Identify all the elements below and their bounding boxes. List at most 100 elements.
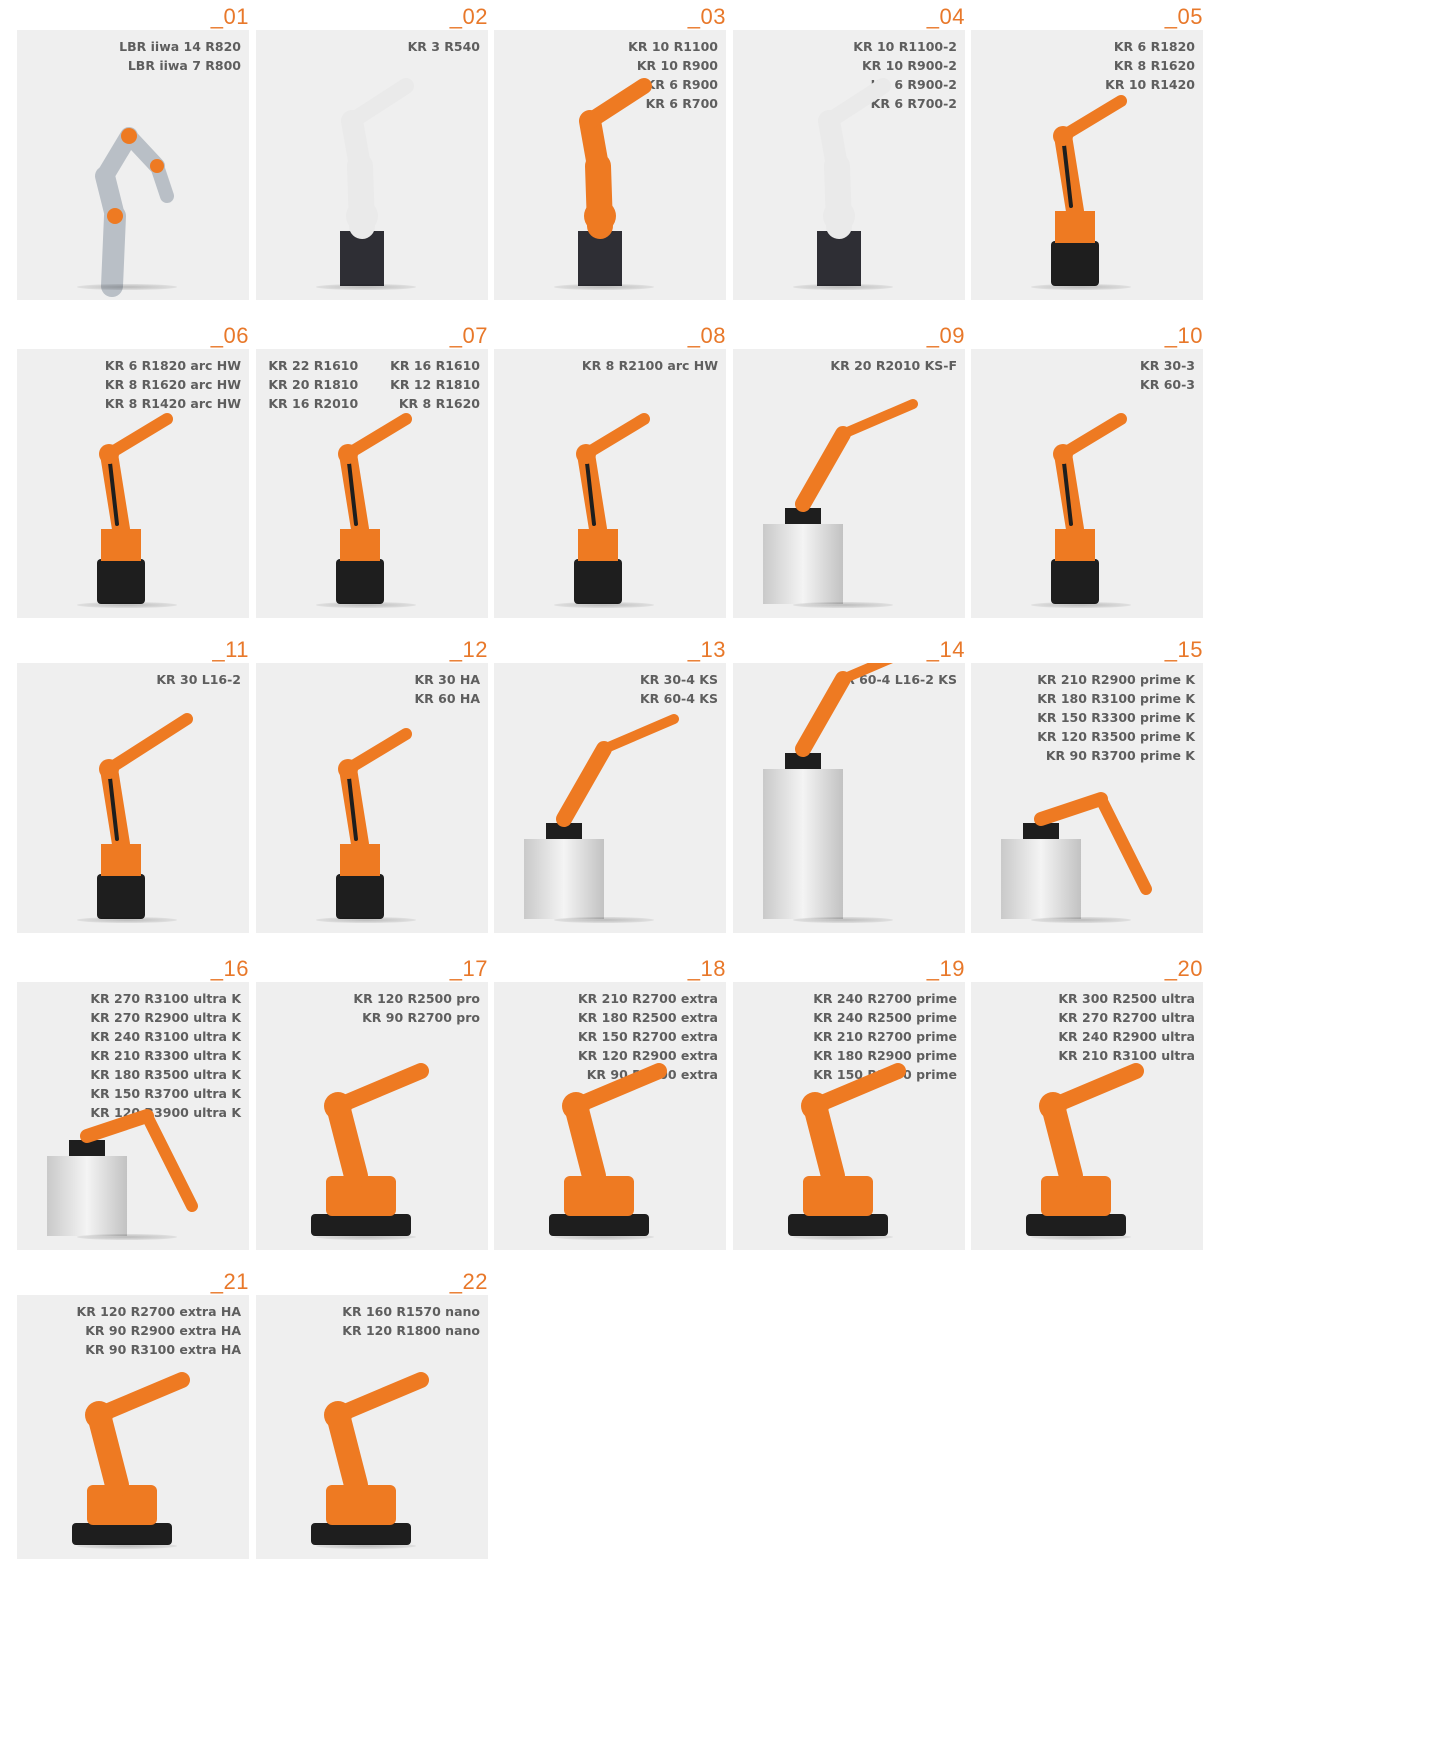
robot-shadow (77, 1543, 177, 1549)
robot-image (1051, 413, 1127, 604)
robot-entry: _04 KR 10 R1100-2 KR 10 R900-2 KR 6 R900-2 K… (733, 4, 965, 300)
robot-shadow (1031, 1234, 1131, 1240)
robot-entry: _10 KR 30-3 KR 60-3 (971, 323, 1203, 618)
robot-shadow (793, 917, 893, 923)
robot-shadow (316, 1234, 416, 1240)
robot-number: _19 (926, 956, 965, 981)
robot-card: KR 20 R2010 KS-F (733, 349, 965, 618)
robot-card: KR 10 R1100 KR 10 R900 KR 6 R900 KR 6 R700 (494, 30, 726, 300)
robot-card: KR 210 R2700 extra KR 180 R2500 extra KR 1… (494, 982, 726, 1250)
robot-entry: _08 KR 8 R2100 arc HW (494, 323, 726, 618)
robot-entry: _12 KR 30 HA KR 60 HA (256, 637, 488, 933)
robot-shadow (316, 917, 416, 923)
robot-image (336, 413, 412, 604)
robot-image (95, 127, 174, 297)
robot-card: KR 120 R2500 pro KR 90 R2700 pro (256, 982, 488, 1250)
robot-number: _10 (1164, 323, 1203, 348)
robot-image (311, 1063, 429, 1236)
robot-card: KR 30 L16-2 (17, 663, 249, 933)
robot-number: _05 (1164, 4, 1203, 29)
robot-entry: _01 LBR iiwa 14 R820 LBR iiwa 7 R800 (17, 4, 249, 300)
robot-shadow (1031, 917, 1131, 923)
robot-entry: _05 KR 6 R1820 KR 8 R1620 KR 10 R1420 (971, 4, 1203, 300)
robot-card: KR 8 R2100 arc HW (494, 349, 726, 618)
robot-shadow (793, 1234, 893, 1240)
robot-number: _06 (210, 323, 249, 348)
robot-image (524, 714, 679, 919)
robot-image (763, 399, 918, 604)
robot-entry: _21 KR 120 R2700 extra HA KR 90 R2900 extr… (17, 1269, 249, 1559)
robot-entry: _19 KR 240 R2700 prime KR 240 R2500 prime K… (733, 956, 965, 1250)
robot-image (578, 78, 652, 286)
robot-entry: _15 KR 210 R2900 prime K KR 180 R3100 prim… (971, 637, 1203, 933)
robot-shadow (1031, 602, 1131, 608)
robot-card: KR 30-4 KS KR 60-4 KS (494, 663, 726, 933)
robot-entry: _20 KR 300 R2500 ultra KR 270 R2700 ultra K… (971, 956, 1203, 1250)
robot-shadow (554, 284, 654, 290)
robot-shadow (554, 917, 654, 923)
robot-number: _12 (449, 637, 488, 662)
robot-entry: _06 KR 6 R1820 arc HW KR 8 R1620 arc HW KR … (17, 323, 249, 618)
robot-entry: _22 KR 160 R1570 nano KR 120 R1800 nano (256, 1269, 488, 1559)
robot-number: _13 (687, 637, 726, 662)
robot-card: KR 270 R3100 ultra K KR 270 R2900 ultra K… (17, 982, 249, 1250)
robot-card: LBR iiwa 14 R820 LBR iiwa 7 R800 (17, 30, 249, 300)
robot-entry: _13 KR 30-4 KS KR 60-4 KS (494, 637, 726, 933)
robot-card: KR 240 R2700 prime KR 240 R2500 prime KR 2… (733, 982, 965, 1250)
robot-number: _04 (926, 4, 965, 29)
robot-number: _16 (210, 956, 249, 981)
robot-card: KR 10 R1100-2 KR 10 R900-2 KR 6 R900-2 KR 6… (733, 30, 965, 300)
robot-image (1026, 1063, 1144, 1236)
robot-shadow (77, 917, 177, 923)
robot-shadow (77, 1234, 177, 1240)
robot-number: _21 (210, 1269, 249, 1294)
robot-entry: _16 KR 270 R3100 ultra K KR 270 R2900 ultr… (17, 956, 249, 1250)
robot-shadow (77, 602, 177, 608)
robot-number: _08 (687, 323, 726, 348)
robot-card: KR 3 R540 (256, 30, 488, 300)
robot-shadow (316, 602, 416, 608)
robot-entry: _17 KR 120 R2500 pro KR 90 R2700 pro (256, 956, 488, 1250)
robot-image (97, 413, 173, 604)
robot-number: _09 (926, 323, 965, 348)
robot-shadow (316, 284, 416, 290)
robot-shadow (316, 1543, 416, 1549)
robot-number: _15 (1164, 637, 1203, 662)
robot-card: KR 210 R2900 prime K KR 180 R3100 prime K… (971, 663, 1203, 933)
robot-number: _14 (926, 637, 965, 662)
robot-shadow (77, 284, 177, 290)
robot-image (817, 78, 891, 286)
robot-image (72, 1372, 190, 1545)
robot-card: KR 300 R2500 ultra KR 270 R2700 ultra KR 2… (971, 982, 1203, 1250)
robot-card: KR 6 R1820 arc HW KR 8 R1620 arc HW KR 8 R… (17, 349, 249, 618)
robot-image (47, 1109, 198, 1236)
robot-entry: _02 KR 3 R540 (256, 4, 488, 300)
robot-number: _17 (449, 956, 488, 981)
robot-entry: _11 KR 30 L16-2 (17, 637, 249, 933)
robot-number: _01 (210, 4, 249, 29)
robot-image (1051, 95, 1127, 286)
robot-entry: _14 KR 60-4 L16-2 KS (733, 637, 965, 933)
robot-number: _07 (449, 323, 488, 348)
robot-shadow (1031, 284, 1131, 290)
robot-shadow (554, 602, 654, 608)
robot-number: _02 (449, 4, 488, 29)
robot-card: KR 30-3 KR 60-3 (971, 349, 1203, 618)
robot-card: KR 160 R1570 nano KR 120 R1800 nano (256, 1295, 488, 1559)
robot-image (788, 1063, 906, 1236)
robot-card: KR 120 R2700 extra HA KR 90 R2900 extra H… (17, 1295, 249, 1559)
robot-image (340, 78, 414, 286)
robot-image (336, 728, 412, 919)
robot-entry: _03 KR 10 R1100 KR 10 R900 KR 6 R900 KR 6 R7… (494, 4, 726, 300)
robot-shadow (554, 1234, 654, 1240)
robot-image (549, 1063, 667, 1236)
robot-number: _22 (449, 1269, 488, 1294)
robot-entry: _07 KR 22 R1610 KR 20 R1810 KR 16 R2010 KR 1… (256, 323, 488, 618)
robot-card: KR 6 R1820 KR 8 R1620 KR 10 R1420 (971, 30, 1203, 300)
robot-card: KR 22 R1610 KR 20 R1810 KR 16 R2010 KR 16 R… (256, 349, 488, 618)
robot-number: _11 (212, 637, 249, 662)
robot-image (763, 663, 894, 919)
robot-card: KR 30 HA KR 60 HA (256, 663, 488, 933)
robot-number: _03 (687, 4, 726, 29)
robot-entry: _18 KR 210 R2700 extra KR 180 R2500 extra K… (494, 956, 726, 1250)
